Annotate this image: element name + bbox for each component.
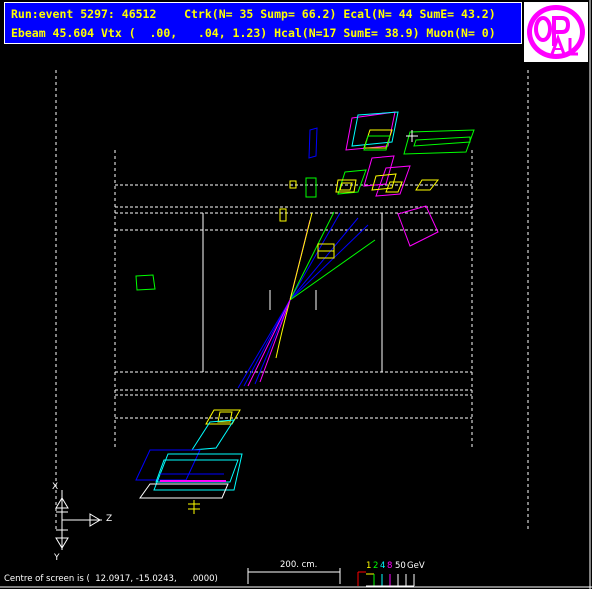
energy-scale-4: 4 (380, 561, 386, 571)
opal-logo-icon (527, 5, 585, 59)
upper-clusters (135, 111, 475, 291)
event-display: Run:event 5297: 46512 Ctrk(N= 35 Sump= 6… (0, 0, 592, 589)
lower-clusters (135, 409, 243, 514)
energy-scale-50: 50 (395, 561, 406, 571)
axes-indicator (55, 490, 102, 550)
detector-view (0, 0, 592, 589)
event-info-line-2: Ebeam 45.604 Vtx ( .00, .04, 1.23) Hcal(… (11, 26, 496, 40)
tracks (237, 211, 376, 389)
event-info-header: Run:event 5297: 46512 Ctrk(N= 35 Sump= 6… (4, 2, 522, 44)
event-info-line-1: Run:event 5297: 46512 Ctrk(N= 35 Sump= 6… (11, 7, 496, 21)
opal-logo (524, 2, 588, 62)
axis-label-z: Z (106, 514, 113, 524)
energy-scale-1: 1 (366, 561, 372, 571)
distance-scale-label: 200. cm. (280, 560, 318, 570)
chamber-lines (115, 184, 472, 419)
energy-scale-ticks (357, 571, 415, 587)
energy-scale-8: 8 (387, 561, 393, 571)
energy-scale-2: 2 (373, 561, 379, 571)
axis-label-y: Y (54, 553, 60, 563)
distance-scale-bar (247, 568, 341, 584)
energy-scale-unit: GeV (407, 561, 425, 571)
axis-label-x: X (52, 482, 59, 492)
screen-centre-readout: Centre of screen is ( 12.0917, -15.0243,… (4, 574, 218, 584)
